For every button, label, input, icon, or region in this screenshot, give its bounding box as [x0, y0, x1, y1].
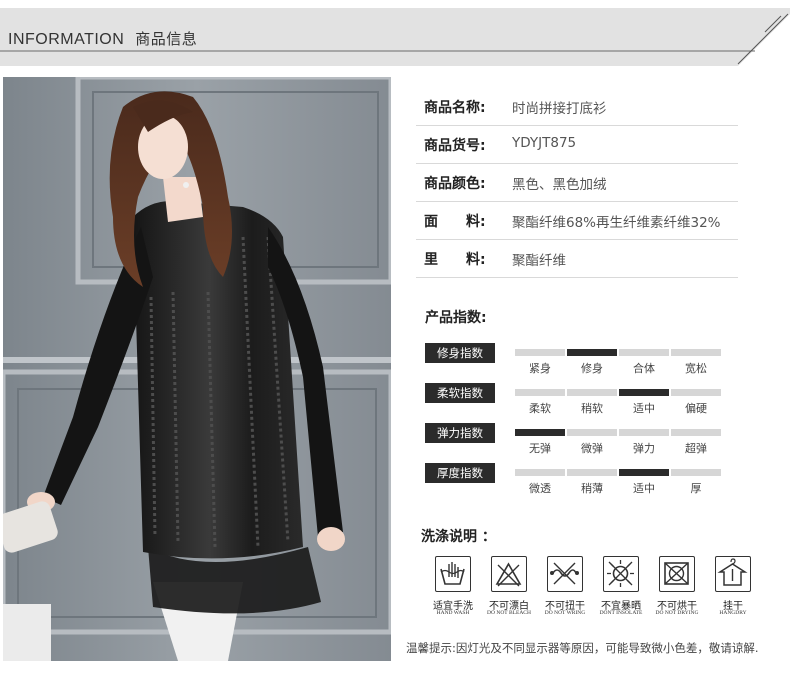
info-label: 商品名称: — [424, 100, 486, 116]
page-title: INFORMATION 商品信息 — [8, 28, 197, 49]
index-segment — [671, 429, 721, 436]
info-label: 商品货号: — [424, 138, 486, 154]
index-option: 微透 — [529, 482, 551, 495]
info-value: YDYJT875 — [512, 135, 577, 151]
index-segment — [567, 349, 617, 356]
product-model-photo — [3, 77, 391, 661]
info-row-color: 商品颜色: 黑色、黑色加绒 — [416, 164, 738, 202]
index-badge: 弹力指数 — [425, 423, 495, 443]
index-option: 适中 — [633, 482, 655, 495]
info-row-fabric: 面 料: 聚酯纤维68%再生纤维素纤维32% — [416, 202, 738, 240]
index-option: 紧身 — [529, 362, 551, 375]
index-option: 厚 — [690, 482, 702, 495]
index-segment — [619, 389, 669, 396]
index-segment — [515, 429, 565, 436]
no-wring-icon — [547, 556, 583, 592]
index-option: 微弹 — [581, 442, 603, 455]
wash-label-en: HAND WASH — [436, 610, 470, 616]
title-chinese: 商品信息 — [135, 30, 198, 48]
index-option: 弹力 — [633, 442, 655, 455]
index-segment — [567, 469, 617, 476]
wash-title: 洗涤说明 ： — [421, 529, 496, 545]
title-english: INFORMATION — [8, 31, 125, 48]
index-segment — [619, 469, 669, 476]
index-option: 合体 — [633, 362, 655, 375]
index-option: 适中 — [633, 402, 655, 415]
info-value: 聚酯纤维68%再生纤维素纤维32% — [512, 215, 721, 231]
color-difference-notice: 温馨提示:因灯光及不同显示器等原因，可能导致微小色差，敬请谅解. — [406, 641, 759, 655]
index-segment — [619, 429, 669, 436]
index-row-thickness: 厚度指数 微透 稍薄 适中 厚 — [425, 463, 725, 503]
index-badge: 厚度指数 — [425, 463, 495, 483]
index-segment — [515, 349, 565, 356]
index-option: 宽松 — [685, 362, 707, 375]
info-value: 黑色、黑色加绒 — [512, 177, 607, 193]
index-option: 偏硬 — [685, 402, 707, 415]
index-segment — [671, 349, 721, 356]
index-segment — [515, 469, 565, 476]
info-row-lining: 里 料: 聚酯纤维 — [416, 240, 738, 278]
indices-title: 产品指数: — [425, 310, 487, 326]
index-option: 超弹 — [685, 442, 707, 455]
no-bleach-icon — [491, 556, 527, 592]
info-value: 聚酯纤维 — [512, 253, 566, 269]
index-row-softness: 柔软指数 柔软 稍软 适中 偏硬 — [425, 383, 725, 423]
hang-dry-icon — [715, 556, 751, 592]
index-badge: 柔软指数 — [425, 383, 495, 403]
index-segment — [619, 349, 669, 356]
index-row-elasticity: 弹力指数 无弹 微弹 弹力 超弹 — [425, 423, 725, 463]
index-segment — [567, 389, 617, 396]
index-row-fit: 修身指数 紧身 修身 合体 宽松 — [425, 343, 725, 383]
info-row-name: 商品名称: 时尚拼接打底衫 — [416, 88, 738, 126]
info-value: 时尚拼接打底衫 — [512, 101, 607, 117]
wash-label-en: DO NOT WRING — [544, 610, 586, 616]
product-info-list: 商品名称: 时尚拼接打底衫 商品货号: YDYJT875 商品颜色: 黑色、黑色… — [416, 88, 746, 278]
index-segment — [515, 389, 565, 396]
index-badge: 修身指数 — [425, 343, 495, 363]
index-option: 修身 — [581, 362, 603, 375]
wash-label-en: DONT INSOLATE — [599, 610, 643, 616]
index-option: 无弹 — [529, 442, 551, 455]
info-label: 里 料: — [424, 252, 486, 268]
wash-label-en: HANGDRY — [719, 610, 747, 616]
hand-wash-icon — [435, 556, 471, 592]
info-label: 面 料: — [424, 214, 486, 230]
info-row-sku: 商品货号: YDYJT875 — [416, 126, 738, 164]
no-sun-icon — [603, 556, 639, 592]
no-tumble-dry-icon — [659, 556, 695, 592]
header-banner: INFORMATION 商品信息 — [0, 8, 790, 66]
wash-label-en: DO NOT BLEACH — [487, 610, 531, 616]
index-option: 稍薄 — [581, 482, 603, 495]
index-segment — [567, 429, 617, 436]
index-segment — [671, 389, 721, 396]
info-label: 商品颜色: — [424, 176, 486, 192]
index-option: 柔软 — [529, 402, 551, 415]
wash-label-en: DO NOT DRYING — [655, 610, 699, 616]
index-segment — [671, 469, 721, 476]
index-option: 稍软 — [581, 402, 603, 415]
